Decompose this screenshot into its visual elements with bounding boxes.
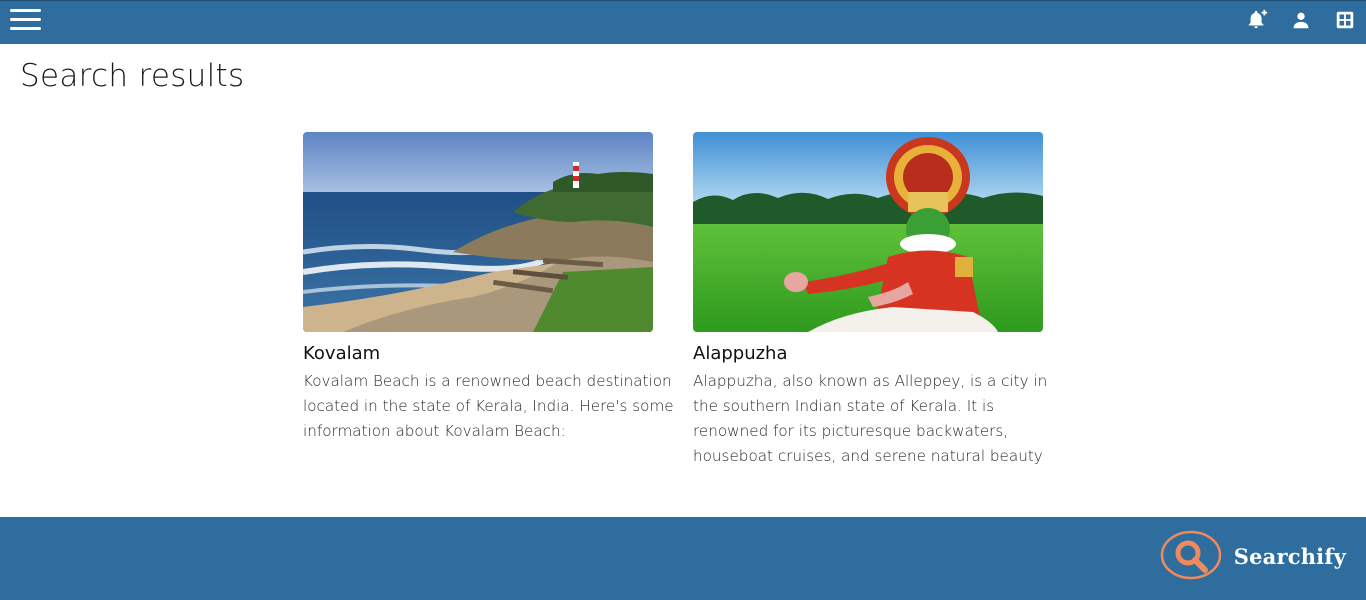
magnifier-logo-icon [1160, 530, 1221, 580]
brand-name: Searchify [1233, 543, 1346, 569]
result-title[interactable]: Alappuzha [693, 344, 1043, 364]
result-description: Alappuzha, also known as Alleppey, is a … [693, 372, 1048, 465]
beach-lighthouse-photo[interactable] [303, 132, 653, 332]
results-grid: Kovalam Kovalam Beach is a renowned beac… [303, 132, 1047, 469]
dashboard-grid-icon[interactable] [1334, 9, 1356, 31]
footer: Searchify [0, 517, 1366, 600]
user-icon[interactable] [1290, 9, 1312, 31]
top-navbar [0, 0, 1366, 44]
brand-logo[interactable]: Searchify [1160, 530, 1346, 582]
page-title: Search results [20, 58, 245, 94]
kathakali-dancer-photo[interactable] [693, 132, 1043, 332]
result-card-alappuzha[interactable]: Alappuzha Alappuzha, also known as Allep… [693, 132, 1047, 469]
bell-plus-icon[interactable] [1246, 9, 1268, 31]
header-actions [1246, 9, 1356, 31]
hamburger-menu-icon[interactable] [10, 7, 41, 33]
result-description: Kovalam Beach is a renowned beach destin… [303, 372, 674, 440]
result-title[interactable]: Kovalam [303, 344, 653, 364]
result-card-kovalam[interactable]: Kovalam Kovalam Beach is a renowned beac… [303, 132, 674, 469]
